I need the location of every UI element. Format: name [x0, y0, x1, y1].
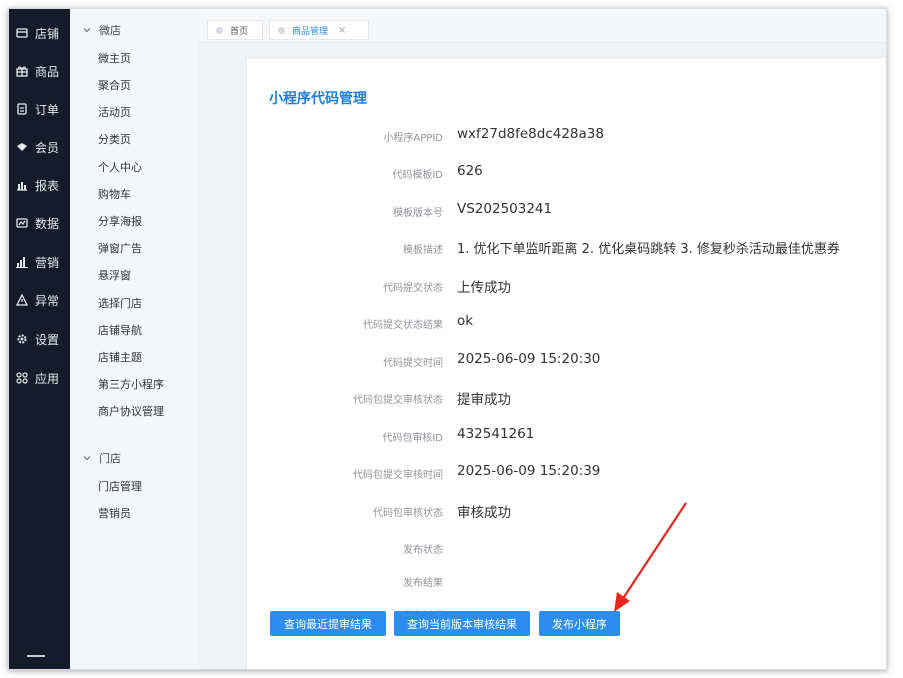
tab-label: 首页	[230, 26, 249, 37]
row-label: 发布状态	[403, 545, 443, 556]
row-value: 上传成功	[457, 280, 511, 296]
nav-item-settings[interactable]: 设置	[9, 324, 70, 354]
sub-item[interactable]: 弹窗广告	[98, 240, 142, 256]
sub-item[interactable]: 店铺导航	[98, 322, 142, 338]
sub-item[interactable]: 活动页	[98, 104, 131, 120]
gear-icon	[15, 332, 29, 346]
group-title-label: 门店	[99, 452, 121, 465]
row-value: 432541261	[457, 426, 535, 442]
marketing-icon	[15, 255, 29, 269]
tab-label: 商品管理	[292, 26, 329, 37]
nav-item-apps[interactable]: 应用	[9, 363, 70, 393]
query-latest-review-button[interactable]: 查询最近提审结果	[270, 611, 386, 636]
nav-item-data[interactable]: 数据	[9, 208, 70, 238]
nav-item-exceptions[interactable]: 异常	[9, 285, 70, 315]
tab-status-dot	[216, 26, 223, 34]
close-icon[interactable]: ×	[338, 25, 346, 36]
warning-icon	[15, 293, 29, 307]
sub-item[interactable]: 店铺主题	[98, 349, 142, 365]
member-icon	[15, 140, 29, 154]
row-label: 发布结果	[403, 578, 443, 589]
tab-status-dot	[278, 26, 285, 34]
query-current-version-review-button[interactable]: 查询当前版本审核结果	[394, 611, 530, 636]
nav-item-label: 会员	[35, 140, 60, 155]
apps-icon	[15, 371, 29, 385]
content-area: 小程序代码管理 小程序APPID wxf27d8fe8dc428a38 代码模板…	[199, 43, 886, 669]
row-label: 模板描述	[403, 245, 443, 256]
group-title-weidian[interactable]: 微店	[82, 22, 121, 38]
row-label: 代码包提交审核时间	[353, 470, 443, 481]
row-label: 代码提交状态结果	[363, 320, 443, 331]
nav-item-label: 数据	[35, 216, 60, 231]
row-value: 2025-06-09 15:20:30	[457, 351, 601, 367]
sub-item[interactable]: 分类页	[98, 131, 131, 147]
row-label: 代码包审核ID	[382, 433, 443, 444]
sub-item[interactable]: 聚合页	[98, 77, 131, 93]
nav-item-reports[interactable]: 报表	[9, 170, 70, 200]
sub-item[interactable]: 第三方小程序	[98, 376, 164, 392]
row-label: 代码提交状态	[383, 283, 443, 294]
group-title-label: 微店	[99, 24, 121, 37]
nav-item-marketing[interactable]: 营销	[9, 247, 70, 277]
nav-item-label: 报表	[35, 178, 60, 193]
chevron-down-icon	[83, 28, 91, 33]
nav-item-label: 店铺	[35, 26, 60, 41]
row-label: 代码提交时间	[383, 358, 443, 369]
nav-item-members[interactable]: 会员	[9, 132, 70, 162]
main-nav: 店铺 商品 订单 会员 报表 数据 营销 异常 设置 应用	[9, 9, 70, 669]
sub-item[interactable]: 个人中心	[98, 159, 142, 175]
tab-bar: 首页 商品管理 ×	[199, 9, 886, 43]
tab-home[interactable]: 首页	[207, 20, 263, 40]
sub-item[interactable]: 营销员	[98, 505, 131, 521]
gift-icon	[15, 64, 29, 78]
card-title: 小程序代码管理	[269, 91, 367, 107]
row-value: ok	[457, 313, 474, 329]
nav-item-label: 应用	[35, 371, 60, 386]
row-label: 模板版本号	[393, 208, 443, 219]
nav-item-label: 订单	[35, 102, 60, 117]
nav-item-goods[interactable]: 商品	[9, 56, 70, 86]
sub-nav: 微店 微主页 聚合页 活动页 分类页 个人中心 购物车 分享海报 弹窗广告 悬浮…	[70, 9, 200, 669]
row-value: 审核成功	[457, 505, 511, 521]
row-value: 2025-06-09 15:20:39	[457, 463, 601, 479]
order-icon	[15, 102, 29, 116]
sub-item[interactable]: 微主页	[98, 50, 131, 66]
sub-item[interactable]: 选择门店	[98, 295, 142, 311]
sub-item[interactable]: 门店管理	[98, 478, 142, 494]
row-value: wxf27d8fe8dc428a38	[457, 126, 604, 142]
nav-item-label: 商品	[35, 64, 60, 79]
sub-item[interactable]: 悬浮窗	[98, 267, 131, 283]
sub-item[interactable]: 购物车	[98, 186, 131, 202]
chevron-down-icon	[83, 456, 91, 461]
sub-item[interactable]: 分享海报	[98, 213, 142, 229]
nav-item-orders[interactable]: 订单	[9, 94, 70, 124]
nav-item-label: 异常	[35, 293, 60, 308]
tab-goods-management[interactable]: 商品管理 ×	[269, 20, 369, 40]
row-value: 提审成功	[457, 392, 511, 408]
row-value: 626	[457, 163, 483, 179]
sub-item[interactable]: 商户协议管理	[98, 403, 164, 419]
publish-miniprogram-button[interactable]: 发布小程序	[539, 611, 620, 636]
row-value: 1. 优化下单监听距离 2. 优化桌码跳转 3. 修复秒杀活动最佳优惠券	[457, 242, 840, 257]
row-label: 代码包提交审核状态	[353, 395, 443, 406]
store-icon	[15, 26, 29, 40]
nav-item-store[interactable]: 店铺	[9, 18, 70, 48]
nav-item-label: 营销	[35, 255, 60, 270]
data-icon	[15, 216, 29, 230]
row-label: 小程序APPID	[383, 133, 443, 144]
code-management-card: 小程序代码管理 小程序APPID wxf27d8fe8dc428a38 代码模板…	[246, 57, 886, 669]
row-label: 代码模板ID	[392, 170, 443, 181]
row-label: 代码包审核状态	[373, 508, 443, 519]
row-value: VS202503241	[457, 201, 553, 217]
app-window: 店铺 商品 订单 会员 报表 数据 营销 异常 设置 应用 微店 微主页 聚合页…	[8, 8, 887, 670]
report-icon	[15, 178, 29, 192]
collapse-menu-icon[interactable]	[27, 655, 45, 665]
group-title-stores[interactable]: 门店	[82, 450, 121, 466]
nav-item-label: 设置	[35, 332, 60, 347]
